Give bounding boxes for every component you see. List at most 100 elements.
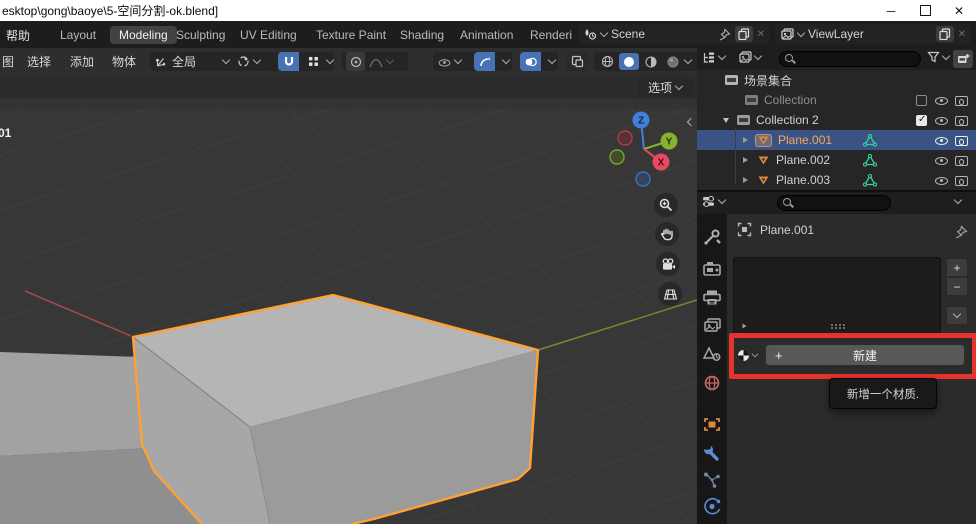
outliner-display-mode-button[interactable] — [738, 51, 761, 64]
hide-eye-icon[interactable] — [935, 174, 948, 186]
workspace-tab-texture-paint[interactable]: Texture Paint — [316, 26, 386, 44]
view-layer-selector[interactable]: ViewLayer ✕ — [775, 24, 971, 44]
render-camera-icon[interactable] — [955, 154, 968, 166]
tab-world[interactable] — [701, 374, 723, 392]
pan-button[interactable] — [655, 222, 679, 246]
menu-add[interactable]: 添加 — [70, 53, 94, 70]
zoom-button[interactable] — [654, 193, 678, 217]
chevron-down-icon[interactable] — [502, 56, 510, 64]
remove-view-layer-icon[interactable]: ✕ — [958, 29, 966, 40]
outliner-row-plane-002[interactable]: Plane.002 — [697, 150, 976, 170]
breadcrumb-object-name[interactable]: Plane.001 — [760, 223, 814, 237]
chevron-down-icon[interactable] — [326, 56, 334, 64]
expand-arrow-icon[interactable] — [743, 137, 748, 143]
tab-physics[interactable] — [701, 497, 723, 516]
resize-grip-icon[interactable] — [831, 324, 845, 329]
menu-help[interactable]: 帮助 — [6, 26, 30, 44]
tab-scene[interactable] — [701, 346, 723, 363]
outliner-row-collection[interactable]: Collection — [697, 90, 976, 110]
add-slot-button[interactable]: + — [946, 258, 968, 277]
material-slot-list[interactable] — [733, 257, 941, 336]
chevron-down-icon[interactable] — [548, 56, 556, 64]
render-camera-icon[interactable] — [955, 174, 968, 186]
workspace-tab-sculpting[interactable]: Sculpting — [176, 26, 225, 44]
tab-output[interactable] — [701, 289, 723, 306]
show-gizmo-button[interactable] — [474, 52, 495, 71]
collection-checkbox[interactable] — [916, 115, 927, 126]
hide-eye-icon[interactable] — [935, 134, 948, 146]
render-camera-icon[interactable] — [955, 94, 968, 106]
menu-view[interactable]: 图 — [2, 53, 14, 70]
remove-slot-button[interactable]: − — [946, 277, 968, 296]
close-button[interactable]: ✕ — [942, 0, 976, 21]
outliner-search[interactable] — [779, 51, 921, 67]
tab-tool[interactable] — [700, 228, 724, 246]
collection-checkbox[interactable] — [916, 95, 927, 106]
menu-select[interactable]: 选择 — [27, 53, 51, 70]
properties-search[interactable] — [777, 195, 891, 211]
scene-selector[interactable]: Scene ✕ — [578, 24, 770, 44]
workspace-tab-modeling[interactable]: Modeling — [110, 26, 177, 44]
workspace-tab-rendering[interactable]: Renderi — [530, 26, 572, 44]
workspace-tab-shading[interactable]: Shading — [400, 26, 444, 44]
proportional-edit-button[interactable] — [346, 52, 365, 71]
outliner-row-collection-2[interactable]: Collection 2 — [697, 110, 976, 130]
outliner-row-scene-collection[interactable]: 场景集合 — [697, 70, 976, 90]
pin-icon[interactable] — [718, 28, 731, 41]
falloff-curve-icon[interactable] — [369, 56, 383, 68]
tab-object[interactable] — [701, 415, 723, 434]
expand-icon[interactable] — [742, 323, 746, 328]
chevron-down-icon[interactable] — [684, 56, 692, 64]
camera-view-button[interactable] — [656, 252, 680, 276]
navigation-gizmo[interactable]: Z Y X — [604, 104, 686, 194]
workspace-tab-animation[interactable]: Animation — [460, 26, 513, 44]
pivot-point-dropdown[interactable] — [232, 52, 280, 71]
axis-minus-x-ball[interactable] — [618, 131, 632, 145]
toggle-xray-button[interactable] — [566, 52, 588, 71]
menu-object[interactable]: 物体 — [112, 53, 136, 70]
axis-minus-z-ball[interactable] — [636, 172, 650, 186]
tab-view-layer[interactable] — [701, 317, 723, 335]
new-view-layer-button[interactable] — [936, 26, 954, 42]
browse-material-button[interactable] — [734, 345, 764, 365]
expand-arrow-icon[interactable] — [743, 177, 748, 183]
object-visibility-dropdown[interactable] — [433, 52, 479, 71]
workspace-tab-layout[interactable]: Layout — [60, 26, 96, 44]
filter-button[interactable] — [927, 51, 949, 63]
shading-rendered-button[interactable] — [663, 53, 683, 70]
render-camera-icon[interactable] — [955, 134, 968, 146]
shading-solid-button[interactable] — [619, 53, 639, 70]
3d-viewport-canvas[interactable] — [0, 75, 697, 524]
new-scene-button[interactable] — [735, 26, 753, 42]
minimize-button[interactable]: ─ — [874, 0, 908, 21]
axis-minus-y-ball[interactable] — [610, 150, 624, 164]
shading-wireframe-button[interactable] — [597, 53, 617, 70]
perspective-grid-button[interactable] — [658, 282, 682, 306]
editor-type-outliner-button[interactable] — [702, 51, 725, 64]
outliner-search-input[interactable] — [779, 51, 921, 67]
new-material-button[interactable]: + 新建 — [766, 345, 964, 365]
tab-particles[interactable] — [701, 471, 723, 489]
unlink-scene-icon[interactable]: ✕ — [757, 29, 765, 40]
snap-toggle-button[interactable] — [278, 52, 299, 71]
pin-icon[interactable] — [954, 225, 968, 239]
show-overlays-button[interactable] — [520, 52, 541, 71]
new-collection-button[interactable] — [953, 50, 973, 68]
slot-specials-button[interactable] — [946, 306, 968, 325]
chevron-down-icon[interactable] — [386, 56, 394, 64]
outliner-row-plane-003[interactable]: Plane.003 — [697, 170, 976, 190]
expand-arrow-icon[interactable] — [723, 118, 729, 123]
viewport-options-button[interactable]: 选项 — [637, 78, 693, 97]
expand-arrow-icon[interactable] — [743, 157, 748, 163]
render-camera-icon[interactable] — [955, 114, 968, 126]
hide-eye-icon[interactable] — [935, 94, 948, 106]
tab-render[interactable] — [701, 260, 723, 277]
editor-type-properties-button[interactable] — [702, 195, 725, 208]
hide-eye-icon[interactable] — [935, 114, 948, 126]
chevron-down-icon[interactable] — [954, 196, 962, 204]
tab-modifiers[interactable] — [701, 443, 723, 462]
hide-eye-icon[interactable] — [935, 154, 948, 166]
transform-orientation-dropdown[interactable]: 全局 — [150, 52, 234, 71]
shading-material-button[interactable] — [641, 53, 661, 70]
snap-to-button[interactable] — [303, 56, 323, 67]
